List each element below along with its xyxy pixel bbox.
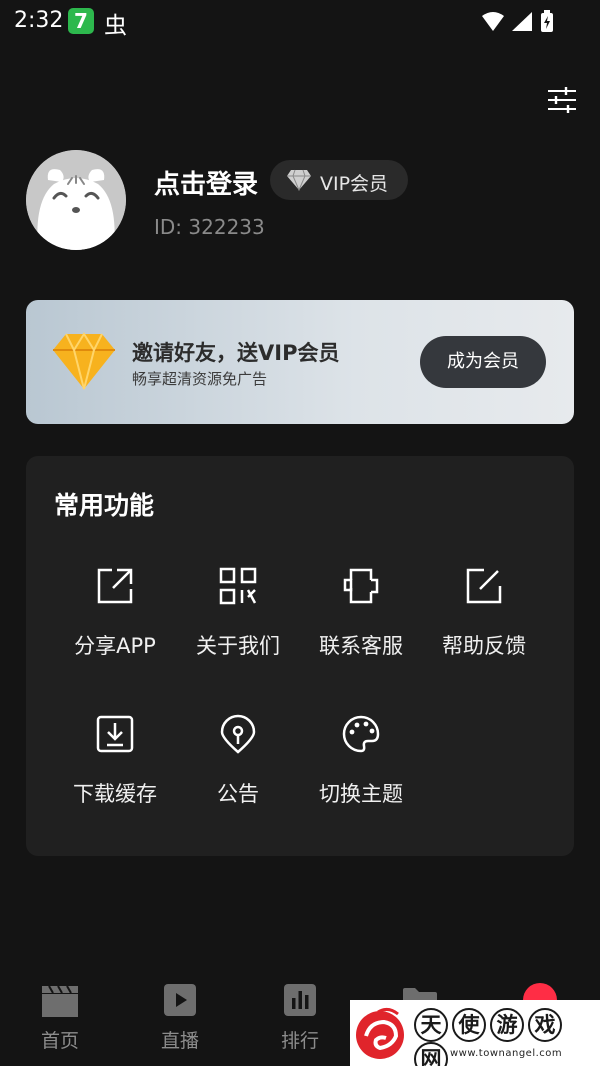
function-share-app[interactable]: 分享APP [55,566,175,686]
watermark-char: 网 [414,1042,448,1066]
login-link[interactable]: 点击登录 [154,164,258,201]
function-label: 联系客服 [319,634,403,658]
function-label: 公告 [217,782,259,806]
user-id: ID: 322233 [154,215,265,239]
functions-card: 常用功能 分享APP 关于我们 联系客服 帮助反馈 下载缓存 公告 切换主题 [26,456,574,856]
edit-icon [466,568,502,604]
gem-icon [286,169,312,195]
nav-home[interactable]: 首页 [15,970,105,1066]
settings-button[interactable] [546,86,578,114]
status-time: 2:32 [14,8,64,33]
watermark-url: www.townangel.com [450,1048,563,1059]
clapper-icon [42,985,78,1017]
function-contact-service[interactable]: 联系客服 [301,566,421,686]
vip-label: VIP会员 [320,173,389,195]
function-label: 切换主题 [319,782,403,806]
function-switch-theme[interactable]: 切换主题 [301,714,421,834]
function-notice[interactable]: 公告 [178,714,298,834]
status-bar: 2:32 7 虫 [0,0,600,44]
sliders-icon [548,87,576,113]
share-icon [97,568,133,604]
function-label: 帮助反馈 [442,634,526,658]
battery-charging-icon [541,10,553,32]
become-member-button[interactable]: 成为会员 [420,336,546,388]
watermark-char: 戏 [528,1008,562,1042]
chart-icon [284,984,316,1016]
watermark-logo [356,1007,404,1059]
functions-title: 常用功能 [54,491,155,520]
invite-banner[interactable]: 邀请好友，送VIP会员 畅享超清资源免广告 成为会员 [26,300,574,424]
vip-badge[interactable]: VIP会员 [270,160,408,200]
watermark-char: 使 [452,1008,486,1042]
status-icons [480,10,560,38]
notice-icon [220,714,256,754]
signal-icon [512,12,532,31]
phone-icon [343,568,379,604]
function-label: 关于我们 [196,634,280,658]
watermark: 天使游戏网 www.townangel.com [350,1000,600,1066]
function-download-cache[interactable]: 下载缓存 [55,714,175,834]
qr-grid-icon [219,567,257,605]
function-help-feedback[interactable]: 帮助反馈 [424,566,544,686]
nav-live[interactable]: 直播 [135,970,225,1066]
nav-label: 首页 [40,1030,79,1052]
nav-ranking[interactable]: 排行 [255,970,345,1066]
panda-avatar-icon [26,150,126,250]
function-about-us[interactable]: 关于我们 [178,566,298,686]
play-icon [164,984,196,1016]
banner-title: 邀请好友，送VIP会员 [132,341,340,365]
download-icon [96,715,134,753]
watermark-char: 天 [414,1008,448,1042]
watermark-char: 游 [490,1008,524,1042]
app-notification-badge: 7 [68,8,94,34]
function-label: 分享APP [74,634,156,658]
nav-label: 排行 [280,1030,319,1052]
diamond-icon [52,332,116,394]
banner-subtitle: 畅享超清资源免广告 [132,370,268,388]
bug-notification-icon: 虫 [104,13,127,39]
nav-label: 直播 [160,1030,199,1052]
function-label: 下载缓存 [73,782,157,806]
avatar[interactable] [26,150,126,250]
palette-icon [342,715,380,753]
wifi-icon [482,12,504,31]
